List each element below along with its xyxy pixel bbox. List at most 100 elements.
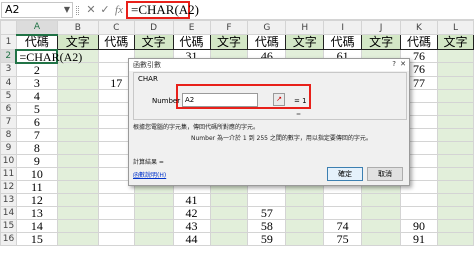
- row-header[interactable]: 2: [0, 49, 17, 63]
- header-cell[interactable]: 代碼: [97, 34, 135, 50]
- cell[interactable]: [436, 140, 474, 155]
- cell[interactable]: 2: [15, 62, 58, 77]
- row-header[interactable]: 12: [0, 179, 17, 194]
- collapse-dialog-icon[interactable]: ↗: [273, 93, 285, 106]
- select-all-corner[interactable]: [0, 20, 17, 35]
- column-header-f[interactable]: F: [209, 20, 249, 35]
- ok-button[interactable]: 確定: [327, 167, 363, 181]
- cell[interactable]: 15: [15, 231, 58, 246]
- cell[interactable]: [133, 205, 174, 220]
- cell[interactable]: [436, 75, 474, 90]
- cell[interactable]: [436, 205, 474, 220]
- cell[interactable]: [436, 101, 474, 116]
- column-header-l[interactable]: L: [436, 20, 474, 35]
- formula-input[interactable]: =CHAR(A2): [126, 1, 199, 19]
- header-cell[interactable]: 文字: [436, 34, 474, 50]
- cell[interactable]: [56, 114, 99, 129]
- cell[interactable]: [209, 192, 249, 207]
- cell[interactable]: [285, 231, 325, 246]
- cell[interactable]: [209, 205, 249, 220]
- cell[interactable]: 13: [15, 205, 58, 220]
- cell[interactable]: [56, 62, 99, 77]
- cell[interactable]: [436, 153, 474, 168]
- cell[interactable]: [323, 205, 363, 220]
- header-cell[interactable]: 文字: [56, 34, 99, 50]
- cell[interactable]: [400, 192, 438, 207]
- cell[interactable]: [56, 153, 99, 168]
- cell[interactable]: [97, 205, 135, 220]
- insert-function-icon[interactable]: fx: [112, 2, 126, 18]
- cell[interactable]: [133, 218, 174, 233]
- header-cell[interactable]: 代碼: [323, 34, 363, 50]
- cell[interactable]: 10: [15, 166, 58, 181]
- column-header-c[interactable]: C: [97, 20, 135, 35]
- header-cell[interactable]: 代碼: [400, 34, 438, 50]
- cell[interactable]: [56, 88, 99, 103]
- cell[interactable]: 6: [15, 114, 58, 129]
- cell[interactable]: [209, 218, 249, 233]
- cell[interactable]: 4: [15, 88, 58, 103]
- cell[interactable]: 43: [172, 218, 211, 233]
- chevron-down-icon[interactable]: ▼: [64, 3, 70, 17]
- header-cell[interactable]: 文字: [209, 34, 249, 50]
- cell[interactable]: 5: [15, 101, 58, 116]
- row-header[interactable]: 9: [0, 140, 17, 155]
- cell[interactable]: [97, 231, 135, 246]
- function-help-link[interactable]: 函數說明(H): [133, 170, 166, 179]
- cell[interactable]: 44: [172, 231, 211, 246]
- cell[interactable]: [97, 192, 135, 207]
- cell[interactable]: [436, 49, 474, 63]
- cell[interactable]: 59: [247, 231, 287, 246]
- cell[interactable]: [436, 62, 474, 77]
- cell[interactable]: [56, 140, 99, 155]
- cell[interactable]: 3: [15, 75, 58, 90]
- column-header-h[interactable]: H: [285, 20, 325, 35]
- cell[interactable]: [56, 127, 99, 142]
- cell[interactable]: [436, 114, 474, 129]
- row-header[interactable]: 5: [0, 88, 17, 103]
- row-header[interactable]: 13: [0, 192, 17, 207]
- column-header-g[interactable]: G: [247, 20, 287, 35]
- cell[interactable]: [361, 218, 402, 233]
- name-box[interactable]: A2 ▼: [1, 2, 73, 18]
- row-header[interactable]: 6: [0, 101, 17, 116]
- cell[interactable]: 7: [15, 127, 58, 142]
- cell[interactable]: 58: [247, 218, 287, 233]
- cell[interactable]: [285, 205, 325, 220]
- cell[interactable]: [56, 179, 99, 194]
- cell[interactable]: [56, 101, 99, 116]
- cell[interactable]: [436, 88, 474, 103]
- cancel-button[interactable]: 取消: [367, 167, 403, 181]
- cell[interactable]: 90: [400, 218, 438, 233]
- column-header-i[interactable]: I: [323, 20, 363, 35]
- row-header[interactable]: 8: [0, 127, 17, 142]
- cell[interactable]: [56, 166, 99, 181]
- cell[interactable]: [436, 218, 474, 233]
- cell[interactable]: [209, 231, 249, 246]
- header-cell[interactable]: 文字: [285, 34, 325, 50]
- active-cell[interactable]: =CHAR(A2): [15, 48, 82, 64]
- column-header-b[interactable]: B: [56, 20, 99, 35]
- row-header[interactable]: 10: [0, 153, 17, 168]
- cell[interactable]: 8: [15, 140, 58, 155]
- cell[interactable]: [133, 192, 174, 207]
- cell[interactable]: 57: [247, 205, 287, 220]
- cell[interactable]: [56, 218, 99, 233]
- row-header[interactable]: 1: [0, 34, 17, 50]
- number-argument-input[interactable]: A2: [182, 93, 258, 107]
- cell[interactable]: [285, 192, 325, 207]
- cell[interactable]: [56, 205, 99, 220]
- column-header-d[interactable]: D: [133, 20, 174, 35]
- cancel-icon[interactable]: ✕: [84, 2, 98, 18]
- cell[interactable]: 12: [15, 192, 58, 207]
- close-icon[interactable]: ✕: [400, 60, 406, 68]
- cell[interactable]: 42: [172, 205, 211, 220]
- cell[interactable]: [361, 205, 402, 220]
- row-header[interactable]: 16: [0, 231, 17, 246]
- header-cell[interactable]: 代碼: [247, 34, 287, 50]
- cell[interactable]: 75: [323, 231, 363, 246]
- cell[interactable]: 14: [15, 218, 58, 233]
- column-header-k[interactable]: K: [400, 20, 438, 35]
- help-icon[interactable]: ?: [392, 60, 396, 68]
- cell[interactable]: [436, 127, 474, 142]
